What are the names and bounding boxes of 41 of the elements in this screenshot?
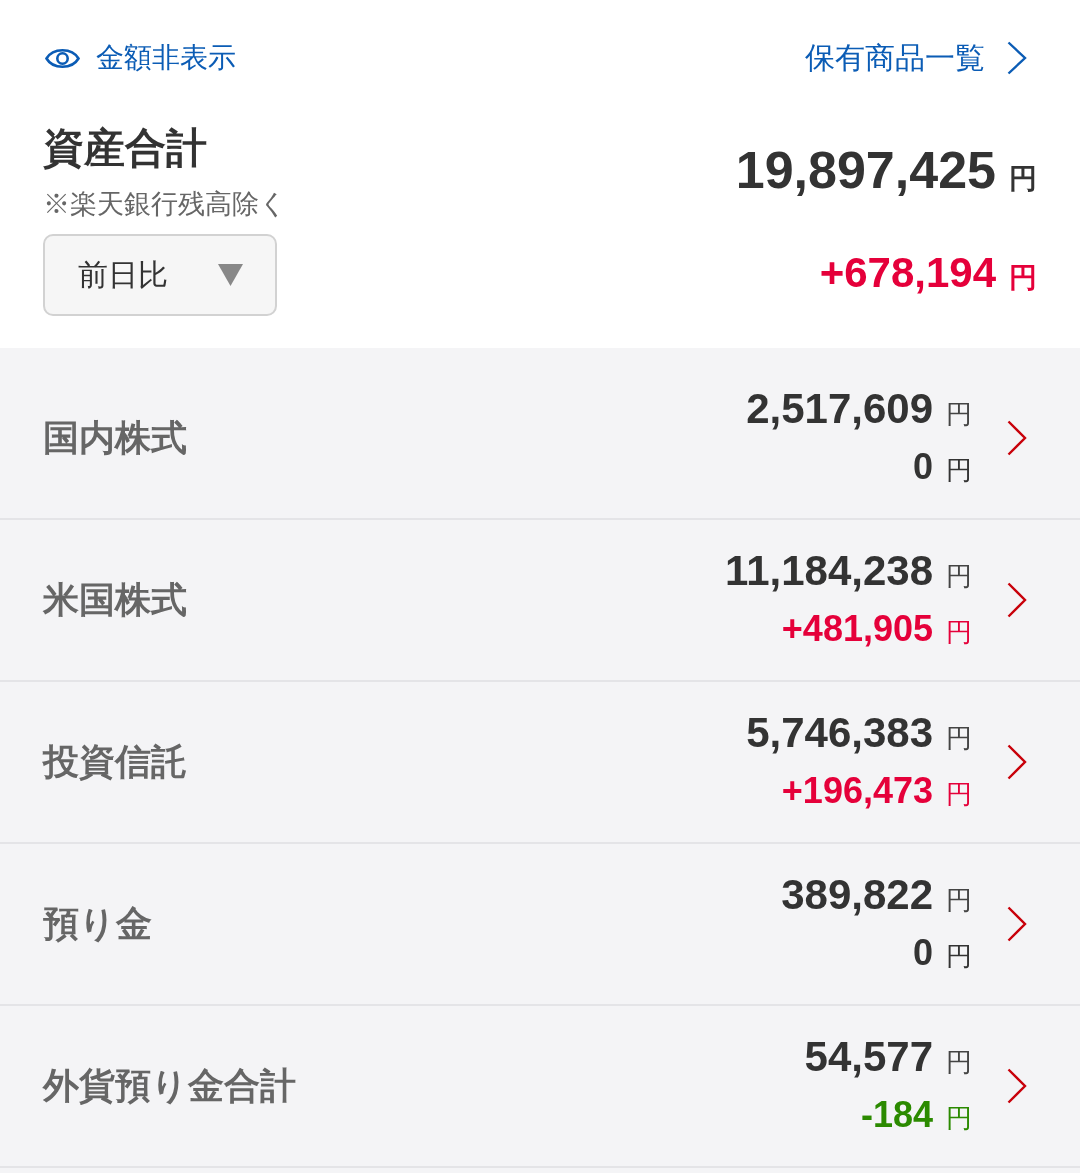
change-amount: -184 — [860, 1093, 933, 1137]
currency-unit: 円 — [1009, 162, 1037, 196]
currency-unit: 円 — [946, 778, 972, 811]
balance-amount: 389,822 — [781, 870, 933, 920]
currency-unit: 円 — [946, 616, 972, 649]
total-amount: 19,897,425 — [735, 140, 996, 200]
currency-unit: 円 — [946, 398, 972, 431]
balance-amount: 5,746,383 — [746, 708, 933, 758]
currency-unit: 円 — [1009, 261, 1037, 295]
change-amount: +678,194 — [819, 248, 996, 298]
holdings-list-link[interactable]: 保有商品一覧 — [805, 37, 1027, 79]
currency-unit: 円 — [946, 722, 972, 755]
chevron-icon — [1007, 41, 1027, 75]
category-name: 国内株式 — [43, 415, 187, 460]
summary-note: ※楽天銀行残高除く — [43, 188, 287, 221]
caret-icon — [218, 264, 243, 286]
category-name: 外貨預り金合計 — [43, 1063, 296, 1108]
chevron-icon — [1007, 906, 1027, 942]
change-amount: +196,473 — [781, 769, 933, 813]
chevron-icon — [1007, 582, 1027, 618]
summary-title: 資産合計 — [43, 124, 207, 172]
change-amount: 0 — [912, 931, 933, 975]
currency-unit: 円 — [946, 560, 972, 593]
currency-unit: 円 — [946, 884, 972, 917]
chevron-icon — [1007, 1068, 1027, 1104]
balance-amount: 54,577 — [804, 1032, 933, 1082]
currency-unit: 円 — [946, 940, 972, 973]
category-name: 投資信託 — [43, 739, 187, 784]
hide-amounts-button[interactable]: 金額非表示 — [45, 39, 236, 77]
change-amount: 0 — [912, 445, 933, 489]
chevron-icon — [1007, 420, 1027, 456]
currency-unit: 円 — [946, 1046, 972, 1079]
currency-unit: 円 — [946, 1102, 972, 1135]
balance-amount: 11,184,238 — [725, 546, 933, 596]
category-name: 米国株式 — [43, 577, 187, 622]
change-amount: +481,905 — [781, 607, 933, 651]
balance-amount: 2,517,609 — [746, 384, 933, 434]
category-name: 預り金 — [43, 901, 152, 946]
currency-unit: 円 — [946, 454, 972, 487]
period-select[interactable]: 前日比 — [43, 234, 277, 316]
chevron-icon — [1007, 744, 1027, 780]
